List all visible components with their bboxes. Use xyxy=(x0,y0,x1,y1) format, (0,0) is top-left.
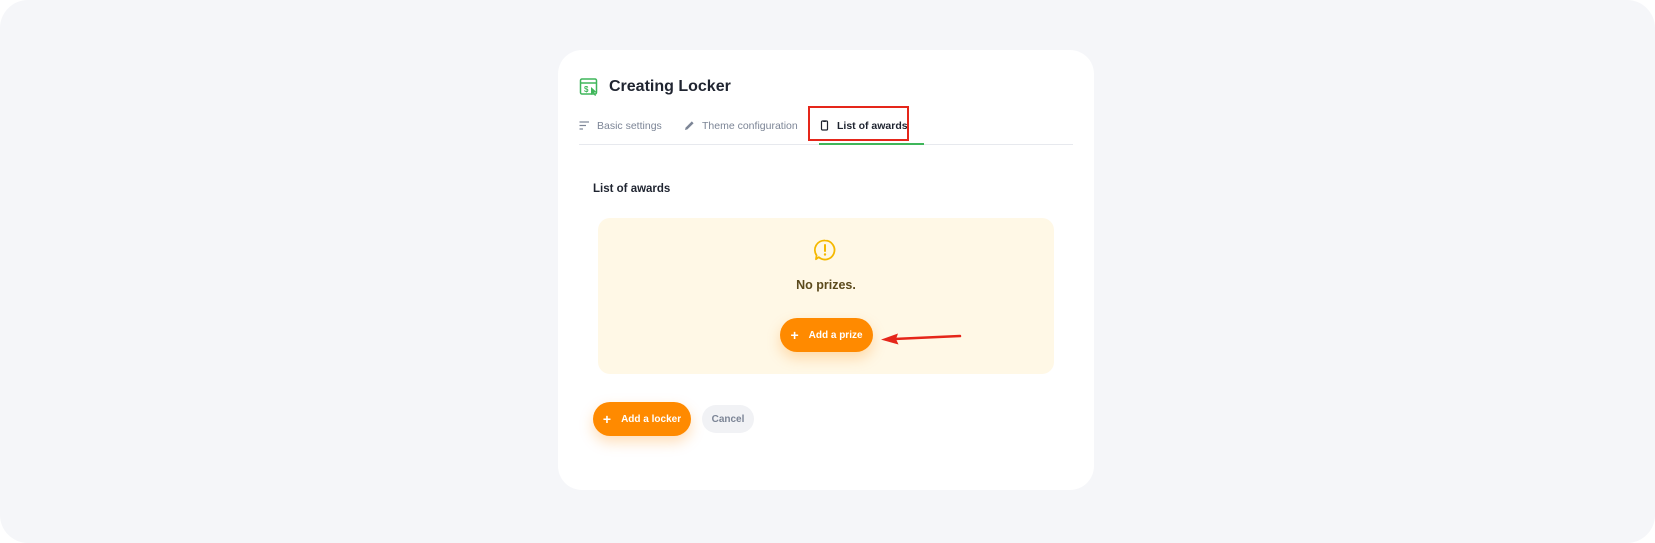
annotation-highlight-box xyxy=(808,106,909,141)
active-tab-indicator xyxy=(819,143,924,145)
add-prize-button[interactable]: + Add a prize xyxy=(780,318,873,352)
plus-icon: + xyxy=(602,411,612,427)
pencil-icon xyxy=(685,121,694,130)
tab-basic-settings[interactable]: Basic settings xyxy=(579,106,662,145)
empty-state-message: No prizes. xyxy=(796,278,856,292)
form-actions: + Add a locker Cancel xyxy=(593,402,754,436)
add-prize-label: Add a prize xyxy=(808,329,863,341)
svg-text:$: $ xyxy=(584,85,589,94)
add-locker-label: Add a locker xyxy=(621,413,682,425)
section-title: List of awards xyxy=(593,183,671,195)
alert-circle-icon xyxy=(814,239,836,261)
cancel-button[interactable]: Cancel xyxy=(702,405,754,433)
add-locker-button[interactable]: + Add a locker xyxy=(593,402,691,436)
tab-label: Theme configuration xyxy=(702,119,798,132)
page-title: Creating Locker xyxy=(609,78,731,95)
cancel-label: Cancel xyxy=(711,413,745,425)
annotation-arrow-icon xyxy=(881,333,962,345)
tab-label: Basic settings xyxy=(597,119,662,132)
sort-lines-icon xyxy=(579,121,589,130)
empty-state-panel: No prizes. + Add a prize xyxy=(598,218,1054,374)
page-header: $ Creating Locker xyxy=(579,77,731,97)
plus-icon: + xyxy=(790,327,799,343)
tab-theme-configuration[interactable]: Theme configuration xyxy=(684,106,798,145)
locker-dollar-icon: $ xyxy=(579,78,598,96)
